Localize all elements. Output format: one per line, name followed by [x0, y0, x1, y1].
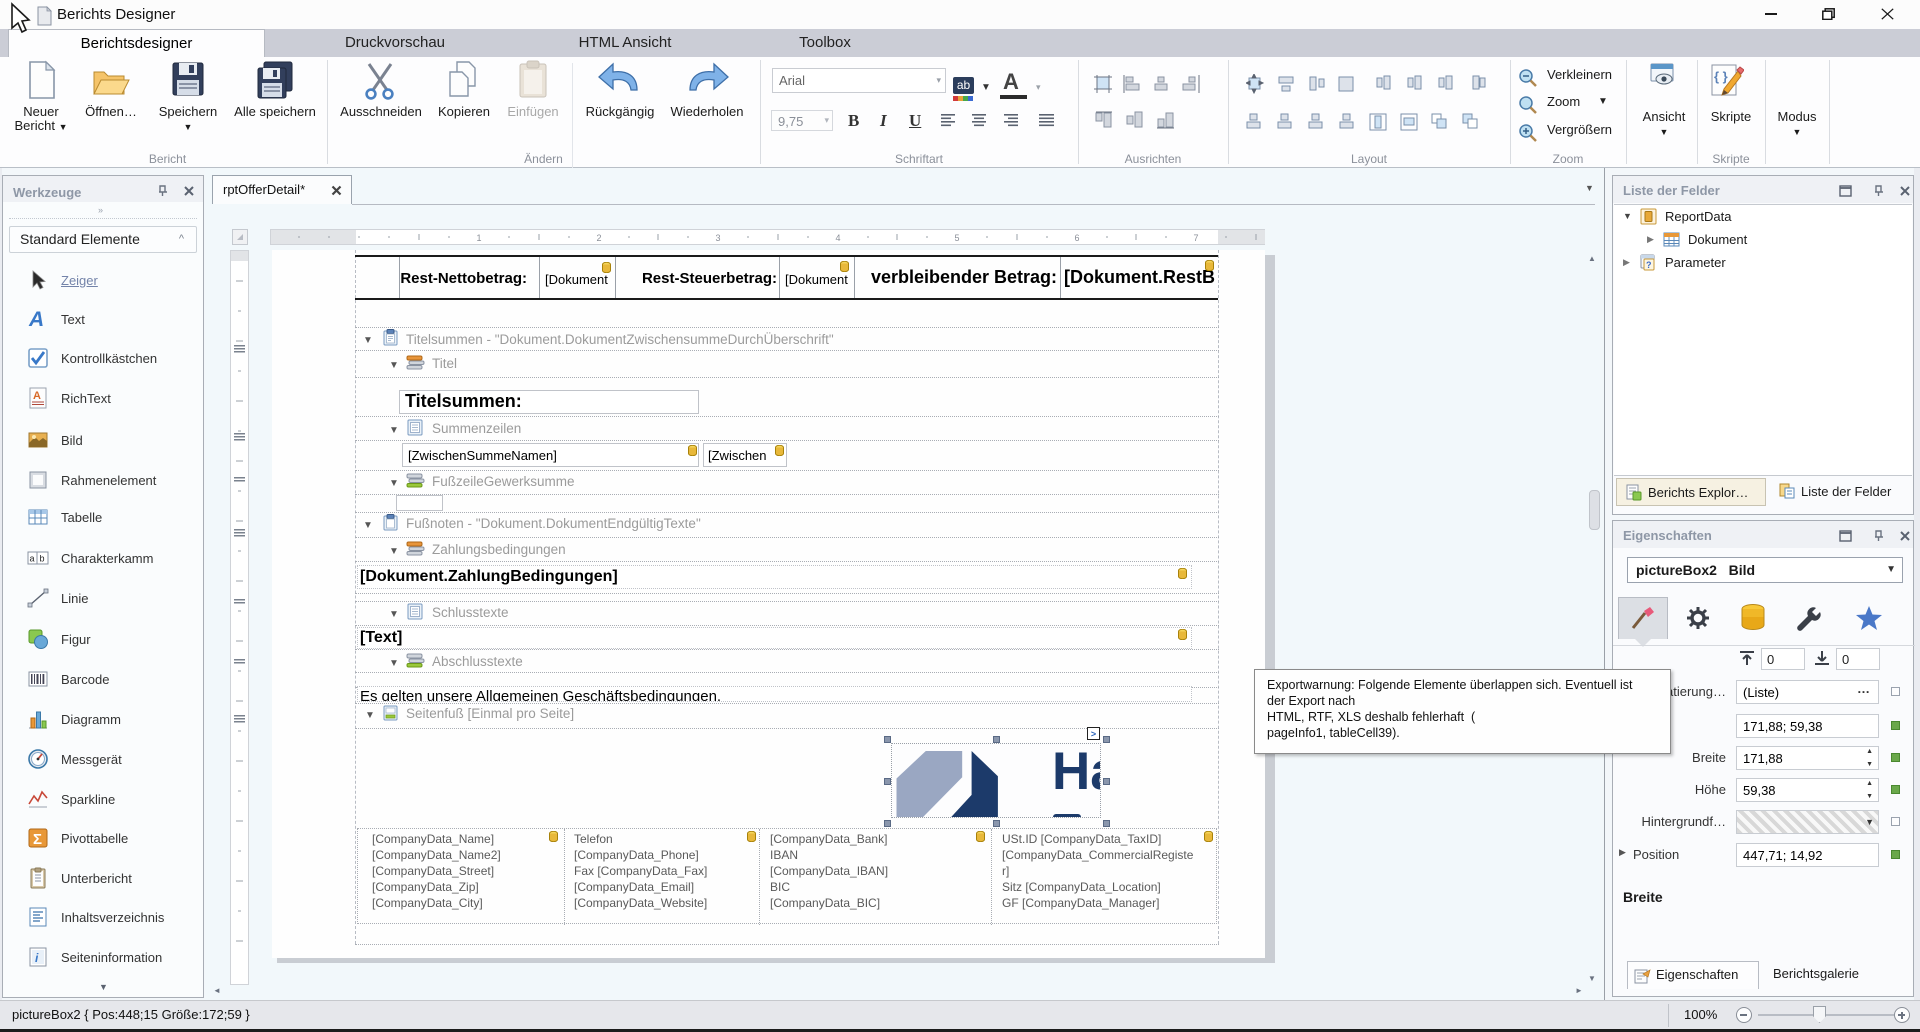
svg-text:6: 6: [1074, 233, 1079, 243]
svg-text:a: a: [30, 554, 35, 564]
svg-text:1: 1: [476, 233, 481, 243]
svg-text:A: A: [28, 308, 44, 330]
svg-text:4: 4: [835, 233, 840, 243]
svg-text:?: ?: [1646, 260, 1652, 270]
svg-text:{ }: { }: [1714, 69, 1728, 84]
svg-text:2: 2: [596, 233, 601, 243]
svg-text:3: 3: [715, 233, 720, 243]
svg-text:Ha: Ha: [1052, 744, 1101, 801]
svg-text:b: b: [40, 554, 45, 564]
svg-text:A: A: [33, 390, 41, 402]
svg-text:5: 5: [954, 233, 959, 243]
svg-text:7: 7: [1193, 233, 1198, 243]
svg-text:Σ: Σ: [33, 831, 42, 848]
